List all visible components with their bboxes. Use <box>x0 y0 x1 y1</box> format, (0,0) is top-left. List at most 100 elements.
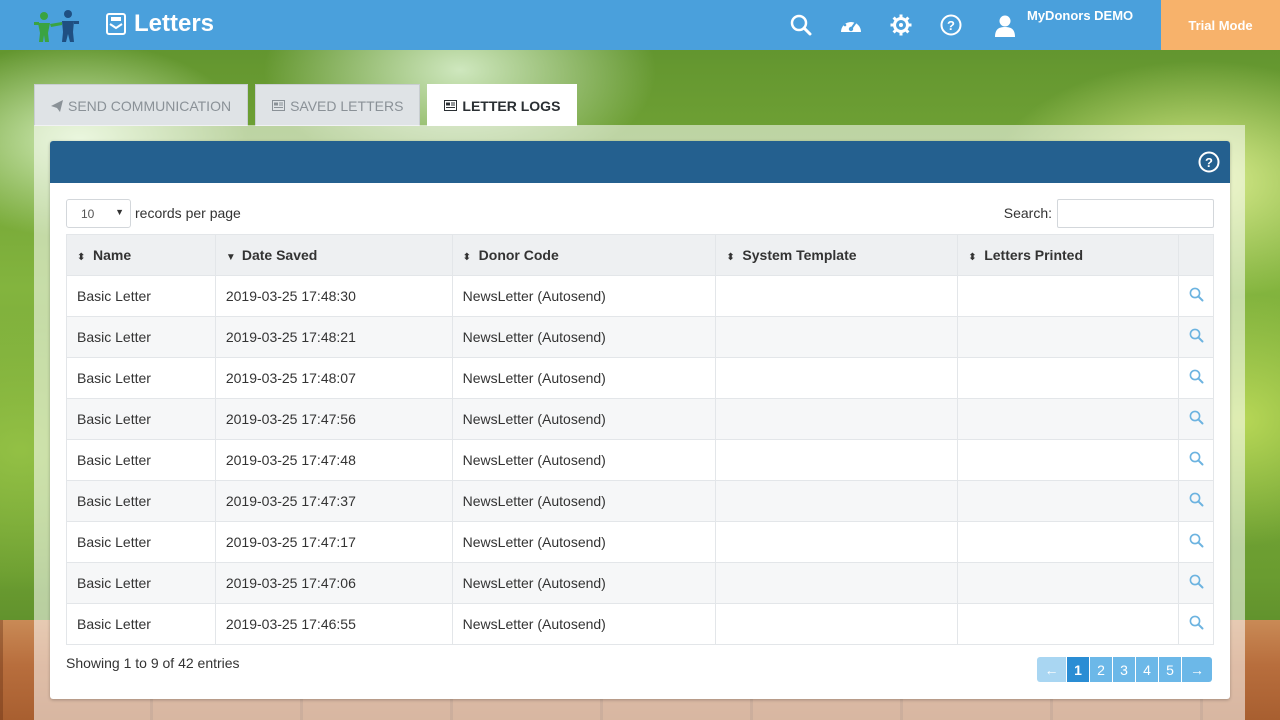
app-title: Letters <box>106 8 214 40</box>
cell-system-template <box>715 603 959 645</box>
tab-letter-logs[interactable]: LETTER LOGS <box>427 84 578 126</box>
tab-label: SAVED LETTERS <box>290 97 404 114</box>
view-letter-button[interactable] <box>1178 357 1214 399</box>
sort-both-icon: ⬍ <box>968 252 977 263</box>
user-name[interactable]: MyDonors DEMO <box>1027 8 1133 23</box>
column-header-letters-printed[interactable]: ⬍ Letters Printed <box>957 234 1179 276</box>
cell-system-template <box>715 275 959 317</box>
cell-letters-printed <box>957 603 1179 645</box>
cell-donor-code: NewsLetter (Autosend) <box>451 603 717 645</box>
search-input[interactable] <box>1057 199 1214 228</box>
cell-date-saved: 2019-03-25 17:48:21 <box>214 316 453 358</box>
column-header-name[interactable]: ⬍ Name <box>66 234 216 276</box>
cell-system-template <box>715 439 959 481</box>
cell-letters-printed <box>957 521 1179 563</box>
cell-name: Basic Letter <box>66 521 216 563</box>
sort-both-icon: ⬍ <box>462 252 472 263</box>
view-letter-button[interactable] <box>1178 275 1214 317</box>
column-header-donor-code[interactable]: ⬍ Donor Code <box>451 234 717 276</box>
sort-both-icon: ⬍ <box>726 252 735 263</box>
cell-date-saved: 2019-03-25 17:47:06 <box>214 562 453 604</box>
cell-date-saved: 2019-03-25 17:48:07 <box>214 357 453 399</box>
cell-letters-printed <box>957 357 1179 399</box>
magnifier-icon <box>1189 328 1203 343</box>
page-button-2[interactable]: 2 <box>1090 657 1113 682</box>
magnifier-icon <box>1189 451 1203 466</box>
newspaper-icon <box>444 100 458 111</box>
cell-donor-code: NewsLetter (Autosend) <box>451 439 717 481</box>
records-per-page-value: 10 <box>81 207 95 221</box>
view-letter-button[interactable] <box>1178 562 1214 604</box>
cell-name: Basic Letter <box>66 439 216 481</box>
tab-label: LETTER LOGS <box>462 97 561 114</box>
gear-icon[interactable] <box>889 13 913 37</box>
cell-donor-code: NewsLetter (Autosend) <box>451 398 717 440</box>
page-button-1[interactable]: 1 <box>1067 657 1090 682</box>
top-bar: Letters ? MyDonors DEMO Trial Mode <box>0 0 1280 50</box>
view-letter-button[interactable] <box>1178 398 1214 440</box>
cell-system-template <box>715 562 959 604</box>
magnifier-icon <box>1189 492 1203 507</box>
cell-letters-printed <box>957 316 1179 358</box>
column-header-system-template[interactable]: ⬍ System Template <box>715 234 959 276</box>
help-icon[interactable]: ? <box>1198 151 1220 173</box>
page-button-4[interactable]: 4 <box>1136 657 1159 682</box>
cell-system-template <box>715 480 959 522</box>
cell-date-saved: 2019-03-25 17:47:37 <box>214 480 453 522</box>
cell-name: Basic Letter <box>66 398 216 440</box>
paper-plane-icon <box>51 99 63 112</box>
trial-mode-button[interactable]: Trial Mode <box>1161 0 1280 50</box>
tab-bar: SEND COMMUNICATION SAVED LETTERS LETTER … <box>34 84 584 126</box>
next-page-button[interactable]: → <box>1182 657 1212 682</box>
cell-system-template <box>715 521 959 563</box>
cell-donor-code: NewsLetter (Autosend) <box>451 521 717 563</box>
magnifier-icon <box>1189 287 1203 302</box>
cell-letters-printed <box>957 562 1179 604</box>
tab-send-communication[interactable]: SEND COMMUNICATION <box>34 84 249 126</box>
letter-logs-panel: ? 10 ▼ records per page Search: ⬍ Name ▼ D… <box>50 141 1230 699</box>
mydonors-logo-icon <box>34 10 79 42</box>
dashboard-icon[interactable] <box>839 13 863 37</box>
magnifier-icon <box>1189 410 1203 425</box>
tab-saved-letters[interactable]: SAVED LETTERS <box>255 84 421 126</box>
cell-date-saved: 2019-03-25 17:48:30 <box>214 275 453 317</box>
cell-donor-code: NewsLetter (Autosend) <box>451 562 717 604</box>
sort-both-icon: ⬍ <box>77 252 86 263</box>
page-button-3[interactable]: 3 <box>1113 657 1136 682</box>
table-row: Basic Letter 2019-03-25 17:47:37 NewsLette… <box>66 480 1214 522</box>
newspaper-icon <box>272 100 286 111</box>
table-info: Showing 1 to 9 of 42 entries <box>66 655 240 671</box>
table-row: Basic Letter 2019-03-25 17:47:06 NewsLette… <box>66 562 1214 604</box>
cell-date-saved: 2019-03-25 17:47:48 <box>214 439 453 481</box>
view-letter-button[interactable] <box>1178 521 1214 563</box>
cell-date-saved: 2019-03-25 17:47:17 <box>214 521 453 563</box>
cell-donor-code: NewsLetter (Autosend) <box>451 316 717 358</box>
panel-header: ? <box>50 141 1230 183</box>
cell-letters-printed <box>957 480 1179 522</box>
view-letter-button[interactable] <box>1178 480 1214 522</box>
help-icon[interactable]: ? <box>939 13 963 37</box>
view-letter-button[interactable] <box>1178 439 1214 481</box>
table-row: Basic Letter 2019-03-25 17:48:21 NewsLette… <box>66 316 1214 358</box>
cell-date-saved: 2019-03-25 17:47:56 <box>214 398 453 440</box>
app-title-text: Letters <box>134 10 215 37</box>
view-letter-button[interactable] <box>1178 316 1214 358</box>
magnifier-icon <box>1189 533 1203 548</box>
user-avatar-icon[interactable] <box>993 13 1017 37</box>
records-per-page-select[interactable]: 10 ▼ <box>66 199 131 228</box>
table-row: Basic Letter 2019-03-25 17:48:07 NewsLette… <box>66 357 1214 399</box>
column-header-date-saved[interactable]: ▼ Date Saved <box>214 234 453 276</box>
search-icon[interactable] <box>789 13 813 37</box>
sort-desc-icon: ▼ <box>225 252 236 263</box>
cell-name: Basic Letter <box>66 480 216 522</box>
table-header-row: ⬍ Name ▼ Date Saved ⬍ Donor Code ⬍ System Te… <box>66 234 1214 276</box>
cell-system-template <box>715 357 959 399</box>
view-letter-button[interactable] <box>1178 603 1214 645</box>
cell-name: Basic Letter <box>66 316 216 358</box>
prev-page-button[interactable]: ← <box>1037 657 1067 682</box>
column-header-actions <box>1178 234 1214 276</box>
magnifier-icon <box>1189 369 1203 384</box>
tab-label: SEND COMMUNICATION <box>68 97 232 114</box>
page-button-5[interactable]: 5 <box>1159 657 1182 682</box>
cell-date-saved: 2019-03-25 17:46:55 <box>214 603 453 645</box>
